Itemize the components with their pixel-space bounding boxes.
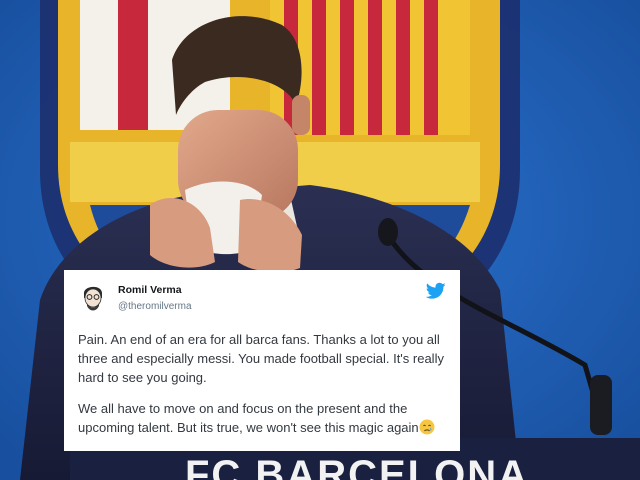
tweet-text: Pain. An end of an era for all barca fan… — [78, 330, 446, 437]
twitter-bird-icon[interactable] — [426, 282, 446, 300]
author-name[interactable]: Romil Verma — [118, 283, 192, 298]
tweet-paragraph-text: We all have to move on and focus on the … — [78, 401, 419, 435]
tweet-paragraph: We all have to move on and focus on the … — [78, 399, 446, 437]
banner-text: FC BARCELONA — [185, 453, 529, 480]
tweet-paragraph: Pain. An end of an era for all barca fan… — [78, 332, 444, 385]
crying-face-icon — [419, 419, 435, 435]
tweet-card: Romil Verma @theromilverma Pain. An end … — [64, 270, 460, 451]
tweet-header: Romil Verma @theromilverma — [78, 280, 446, 316]
author-handle[interactable]: @theromilverma — [118, 299, 192, 314]
avatar[interactable] — [80, 282, 106, 312]
author-block[interactable]: Romil Verma @theromilverma — [118, 283, 192, 314]
